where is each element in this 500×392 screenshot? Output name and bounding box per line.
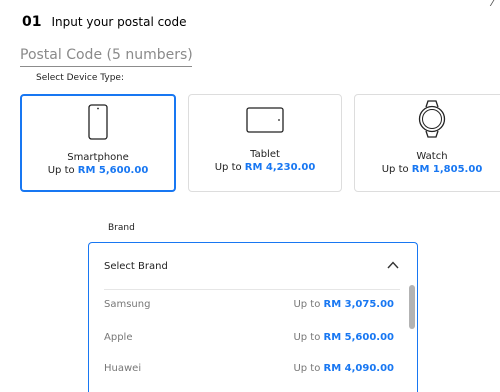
step-header: 01 Input your postal code [22, 14, 187, 30]
smartphone-icon [22, 104, 174, 140]
step-title: Input your postal code [51, 15, 187, 29]
scrollbar-thumb[interactable] [409, 285, 415, 329]
device-name: Watch [416, 151, 448, 162]
brand-option-samsung[interactable]: Samsung Up to RM 3,075.00 [104, 299, 394, 315]
tablet-icon [189, 107, 341, 133]
brand-label: Brand [108, 223, 135, 233]
postal-code-field[interactable] [20, 44, 192, 67]
brand-option-name: Huawei [104, 363, 142, 374]
brand-dropdown[interactable]: Select Brand Samsung Up to RM 3,075.00 A… [88, 242, 418, 392]
device-card-watch[interactable]: Watch Up to RM 1,805.00 [354, 94, 500, 192]
brand-option-huawei[interactable]: Huawei Up to RM 4,090.00 [104, 363, 394, 379]
dropdown-divider [104, 289, 400, 290]
device-type-label: Select Device Type: [36, 73, 124, 83]
chevron-up-icon[interactable] [386, 259, 400, 271]
brand-option-name: Samsung [104, 299, 151, 310]
step-number: 01 [22, 14, 42, 30]
watch-icon [355, 99, 500, 139]
brand-option-apple[interactable]: Apple Up to RM 5,600.00 [104, 332, 394, 348]
device-price: Up to RM 4,230.00 [214, 162, 316, 173]
device-card-tablet[interactable]: Tablet Up to RM 4,230.00 [188, 94, 342, 192]
brand-option-price: Up to RM 4,090.00 [293, 363, 394, 374]
device-price: Up to RM 5,600.00 [47, 165, 149, 176]
brand-option-name: Apple [104, 332, 133, 343]
device-name: Tablet [250, 149, 280, 160]
device-name: Smartphone [67, 152, 129, 163]
device-card-smartphone[interactable]: Smartphone Up to RM 5,600.00 [20, 94, 176, 192]
postal-code-input[interactable] [20, 45, 192, 65]
brand-option-price: Up to RM 5,600.00 [293, 332, 394, 343]
device-price: Up to RM 1,805.00 [381, 164, 483, 175]
brand-option-price: Up to RM 3,075.00 [293, 299, 394, 310]
brand-dropdown-header[interactable]: Select Brand [89, 243, 417, 289]
corner-mark: ⁄ [492, 0, 495, 9]
brand-dropdown-title: Select Brand [104, 261, 168, 272]
